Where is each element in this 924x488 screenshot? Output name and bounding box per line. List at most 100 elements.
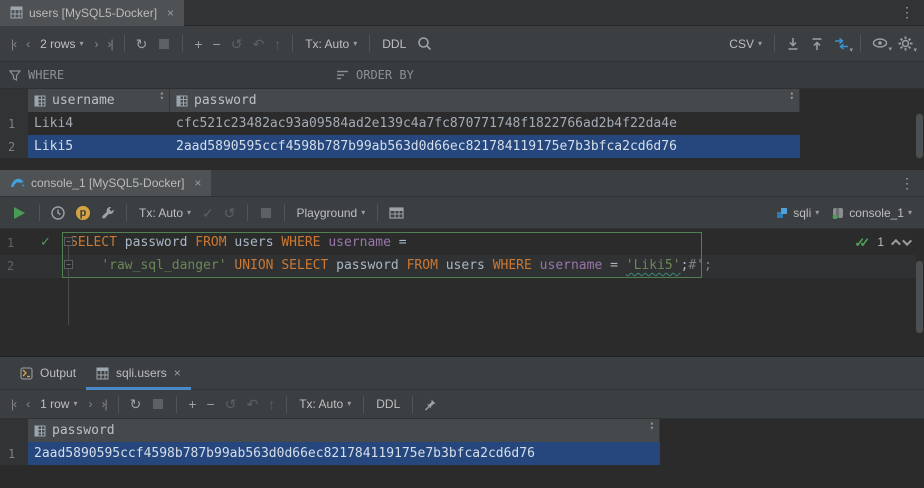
sql-code-line[interactable]: SELECT password FROM users WHERE usernam…: [70, 232, 407, 254]
sort-toggle-icon[interactable]: ▴ ▾: [650, 421, 654, 431]
refresh-button[interactable]: ↻: [131, 37, 153, 51]
column-header-username[interactable]: username ▴ ▾: [28, 89, 170, 112]
order-by-icon: [336, 70, 349, 80]
execute-play-button[interactable]: [14, 207, 25, 219]
console-tx-mode-dropdown[interactable]: Tx: Auto ▾: [133, 206, 197, 220]
table-row[interactable]: 1 Liki4 cfc521c23482ac93a09584ad2e139c4a…: [0, 112, 800, 135]
schema-selector-dropdown[interactable]: sqli ▾: [770, 206, 825, 220]
revert-button[interactable]: ↶: [247, 37, 269, 51]
where-filter-field[interactable]: WHERE: [0, 68, 73, 82]
revert-button[interactable]: ↶: [241, 397, 263, 411]
line-number: 1: [7, 232, 14, 254]
fold-marker-icon[interactable]: −: [64, 237, 73, 246]
divider: [369, 35, 370, 52]
kebab-menu-icon[interactable]: ⋮: [900, 4, 914, 21]
ddl-button[interactable]: DDL: [370, 397, 406, 411]
page-size-value: 1 row: [40, 397, 69, 411]
editor-scrollbar[interactable]: [916, 261, 923, 333]
table-row-selected[interactable]: 1 2aad5890595ccf4598b787b99ab563d0d66ec8…: [0, 442, 660, 465]
view-options-eye-icon[interactable]: ▾: [872, 37, 888, 50]
inspection-count: 1: [877, 235, 884, 249]
next-page-button[interactable]: ›: [89, 37, 102, 51]
chevron-down-icon: ▾: [361, 209, 365, 217]
ddl-button[interactable]: DDL: [376, 37, 412, 51]
column-header-password[interactable]: password ▴ ▾: [28, 419, 660, 442]
tab-result-sqli-users[interactable]: sqli.users ×: [86, 357, 191, 390]
sql-editor[interactable]: 1 2 ✓ − − SELECT password FROM users WHE…: [0, 229, 924, 352]
prev-page-button[interactable]: ‹: [21, 397, 34, 411]
export-format-value: CSV: [729, 37, 754, 51]
rollback-button[interactable]: ↺: [219, 206, 241, 220]
pin-tab-icon[interactable]: [424, 398, 437, 411]
next-page-button[interactable]: ›: [83, 397, 96, 411]
settings-wrench-icon[interactable]: [101, 206, 115, 220]
divider: [860, 35, 861, 52]
tx-mode-value: Tx: Auto: [299, 397, 343, 411]
search-icon[interactable]: [417, 36, 432, 51]
prev-page-button[interactable]: ‹: [21, 37, 34, 51]
cell-username[interactable]: Liki5: [28, 135, 170, 158]
last-page-button[interactable]: ›|: [96, 397, 111, 411]
mysql-dolphin-icon: [10, 177, 25, 189]
divider: [292, 35, 293, 52]
sql-code-line[interactable]: 'raw_sql_danger' UNION SELECT password F…: [70, 255, 712, 277]
commit-button[interactable]: ✓: [197, 206, 219, 220]
sort-desc-icon: ▾: [650, 426, 654, 431]
submit-button[interactable]: ↑: [269, 37, 286, 51]
cell-password[interactable]: 2aad5890595ccf4598b787b99ab563d0d66ec821…: [170, 135, 800, 158]
tx-mode-dropdown[interactable]: Tx: Auto ▾: [299, 37, 363, 51]
fold-marker-icon[interactable]: −: [64, 260, 73, 269]
tx-mode-dropdown[interactable]: Tx: Auto ▾: [293, 397, 357, 411]
table-row-selected[interactable]: 2 Liki5 2aad5890595ccf4598b787b99ab563d0…: [0, 135, 800, 158]
inspections-ok-icon: ✓ ✓: [854, 235, 870, 249]
kebab-menu-icon[interactable]: ⋮: [900, 175, 914, 192]
sort-toggle-icon[interactable]: ▴ ▾: [790, 91, 794, 101]
delete-row-button[interactable]: −: [202, 397, 220, 411]
import-upload-icon[interactable]: [810, 37, 824, 51]
undo-button[interactable]: ↺: [226, 37, 248, 51]
add-row-button[interactable]: +: [189, 37, 207, 51]
page-size-dropdown[interactable]: 1 row ▾: [34, 397, 83, 411]
first-page-button[interactable]: |‹: [6, 397, 21, 411]
tab-users-table[interactable]: users [MySQL5-Docker] ×: [0, 0, 184, 26]
compare-icon[interactable]: ▾: [834, 37, 849, 51]
cell-password[interactable]: cfc521c23482ac93a09584ad2e139c4a7fc87077…: [170, 112, 800, 135]
delete-row-button[interactable]: −: [208, 37, 226, 51]
cell-password[interactable]: 2aad5890595ccf4598b787b99ab563d0d66ec821…: [28, 442, 660, 465]
history-clock-icon[interactable]: [51, 206, 65, 220]
export-format-dropdown[interactable]: CSV ▾: [723, 37, 768, 51]
output-layout-icon[interactable]: [389, 207, 404, 219]
close-icon[interactable]: ×: [194, 176, 201, 190]
settings-gear-icon[interactable]: ▾: [898, 36, 913, 51]
first-page-button[interactable]: |‹: [6, 37, 21, 51]
column-password-label: password: [52, 423, 115, 438]
undo-button[interactable]: ↺: [220, 397, 242, 411]
page-size-dropdown[interactable]: 2 rows ▾: [34, 37, 89, 51]
line-number: 2: [7, 255, 14, 277]
playground-mode-dropdown[interactable]: Playground ▾: [291, 206, 372, 220]
close-icon[interactable]: ×: [167, 6, 174, 20]
tab-result-label: sqli.users: [116, 366, 167, 380]
refresh-button[interactable]: ↻: [125, 397, 147, 411]
submit-button[interactable]: ↑: [263, 397, 280, 411]
sort-toggle-icon[interactable]: ▴ ▾: [160, 91, 164, 101]
export-download-icon[interactable]: [786, 37, 800, 51]
inspections-widget[interactable]: ✓ ✓ 1: [854, 235, 912, 249]
column-header-password[interactable]: password ▴ ▾: [170, 89, 800, 112]
parameters-icon[interactable]: p: [76, 206, 90, 220]
next-problem-icon[interactable]: [902, 236, 912, 246]
last-page-button[interactable]: ›|: [102, 37, 117, 51]
session-selector-dropdown[interactable]: console_1 ▾: [825, 206, 918, 220]
grid-scrollbar[interactable]: [916, 114, 923, 158]
cell-username[interactable]: Liki4: [28, 112, 170, 135]
prev-problem-icon[interactable]: [891, 238, 901, 248]
close-icon[interactable]: ×: [174, 366, 181, 380]
divider: [774, 35, 775, 52]
divider: [126, 204, 127, 221]
add-row-button[interactable]: +: [183, 397, 201, 411]
playground-mode-value: Playground: [297, 206, 358, 220]
chevron-down-icon: ▾: [849, 46, 853, 54]
tab-console[interactable]: console_1 [MySQL5-Docker] ×: [0, 170, 211, 196]
order-by-filter-field[interactable]: ORDER BY: [336, 68, 414, 82]
tab-output[interactable]: Output: [10, 357, 86, 390]
